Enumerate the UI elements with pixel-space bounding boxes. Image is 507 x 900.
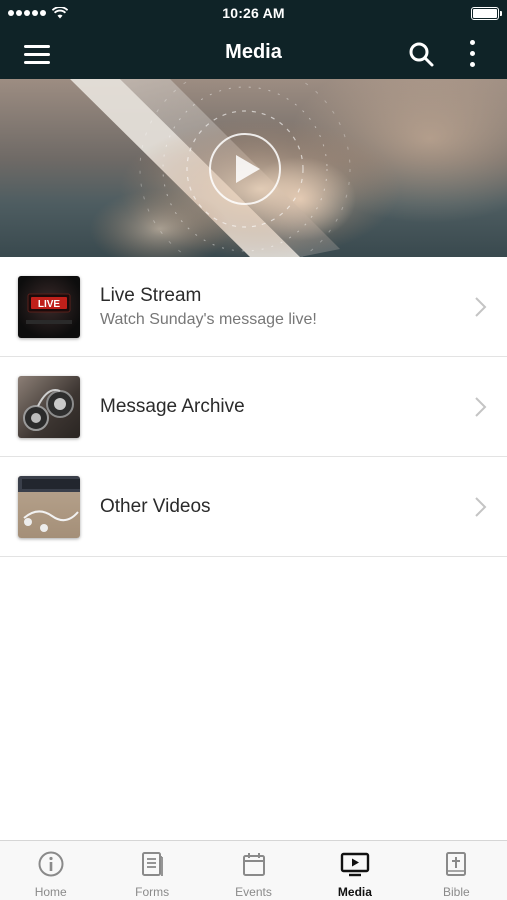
tab-label: Events (235, 885, 272, 899)
list-item-other-videos[interactable]: Other Videos (0, 457, 507, 557)
hero-illustration (70, 79, 400, 257)
media-list: LIVE Live Stream Watch Sunday's message … (0, 257, 507, 557)
tab-home[interactable]: Home (0, 841, 101, 900)
nav-bar: Media (0, 28, 507, 79)
tab-bible[interactable]: Bible (406, 841, 507, 900)
list-item-title: Message Archive (100, 396, 245, 417)
chevron-right-icon (475, 497, 487, 517)
live-badge-text: LIVE (38, 299, 61, 310)
tab-label: Media (337, 885, 372, 899)
status-time: 10:26 AM (222, 5, 285, 21)
calendar-icon (242, 853, 265, 876)
chevron-right-icon (475, 297, 487, 317)
more-options-icon[interactable] (463, 38, 483, 70)
tab-events[interactable]: Events (203, 841, 304, 900)
tab-forms[interactable]: Forms (101, 841, 202, 900)
tab-media[interactable]: Media (304, 841, 405, 900)
tab-label: Home (34, 885, 67, 899)
other-videos-thumbnail (18, 476, 80, 538)
list-item-title: Other Videos (100, 496, 211, 517)
tab-bar: Home Forms Events Media Bible (0, 840, 507, 900)
chevron-right-icon (475, 397, 487, 417)
bible-icon (446, 852, 467, 876)
status-bar: 10:26 AM (0, 0, 507, 28)
play-screen-icon (340, 852, 370, 877)
message-archive-thumbnail (18, 376, 80, 438)
list-item-message-archive[interactable]: Message Archive (0, 357, 507, 457)
tab-label: Bible (442, 885, 470, 899)
tab-label: Forms (135, 885, 170, 899)
search-icon[interactable] (407, 40, 435, 68)
live-stream-thumbnail: LIVE (18, 276, 80, 338)
battery-icon (471, 7, 502, 20)
list-item-subtitle: Watch Sunday's message live! (100, 311, 317, 328)
hero-banner-image (0, 79, 507, 257)
list-item-title: Live Stream (100, 285, 202, 306)
info-icon (38, 851, 64, 877)
list-item-live-stream[interactable]: LIVE Live Stream Watch Sunday's message … (0, 257, 507, 357)
forms-icon (142, 852, 164, 876)
